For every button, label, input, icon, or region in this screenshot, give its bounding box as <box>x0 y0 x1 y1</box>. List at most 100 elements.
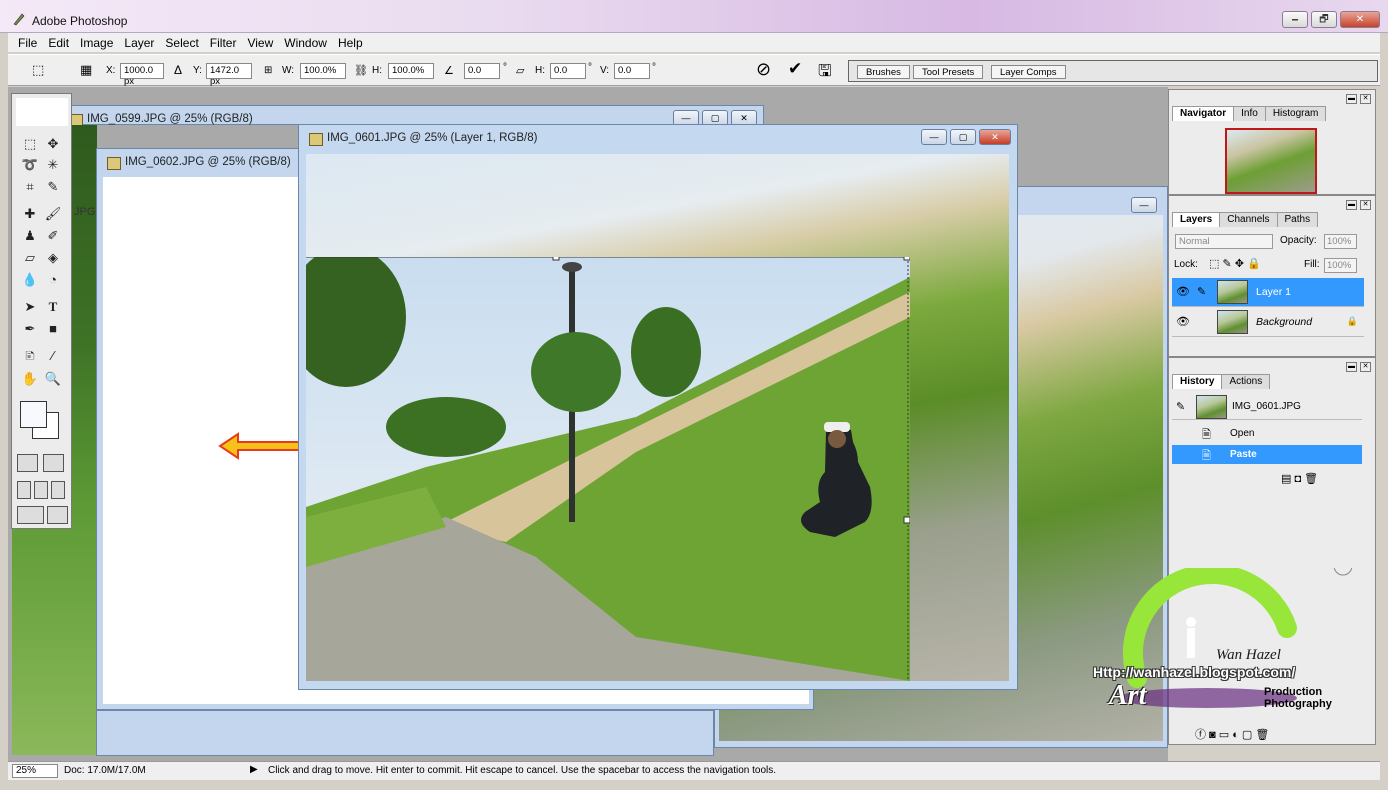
restore-button[interactable]: 🗗 <box>1311 11 1337 28</box>
layer-row-layer1[interactable]: 👁 ✎ Layer 1 <box>1172 278 1364 307</box>
reference-point-icon[interactable]: ▦ <box>80 62 92 78</box>
screen-mode-2-icon[interactable] <box>34 481 48 499</box>
history-item-paste[interactable]: 🗎 Paste <box>1172 445 1362 464</box>
tab-history[interactable]: History <box>1172 374 1223 389</box>
brush-tool-icon[interactable]: 🖌 <box>43 205 63 223</box>
foreground-color-swatch[interactable] <box>20 401 47 428</box>
history-footer-icons[interactable]: ▤ ◘ 🗑 <box>1281 472 1318 485</box>
opacity-field[interactable]: 100% <box>1324 234 1357 249</box>
screen-mode-1-icon[interactable] <box>17 481 31 499</box>
eraser-tool-icon[interactable]: ▱ <box>20 249 40 267</box>
doc-minimize-button[interactable]: — <box>1131 197 1157 213</box>
history-brush-icon[interactable]: ✐ <box>43 227 63 245</box>
magic-wand-icon[interactable]: ✳ <box>43 156 63 174</box>
visibility-eye-icon[interactable]: 👁 <box>1176 315 1192 329</box>
degree-symbol: ° <box>503 62 507 73</box>
visibility-eye-icon[interactable]: 👁 <box>1176 285 1192 299</box>
lock-icons[interactable]: ⬚ ✎ ✥ 🔒 <box>1209 257 1261 270</box>
transform-tool-icon[interactable]: ⬚ <box>32 62 44 78</box>
doc-minimize-button[interactable]: — <box>921 129 947 145</box>
menu-help[interactable]: Help <box>338 36 370 50</box>
pen-tool-icon[interactable]: ✒ <box>20 320 40 338</box>
layer-row-background[interactable]: 👁 Background 🔒 <box>1172 308 1364 337</box>
history-item-open[interactable]: 🗎 Open <box>1172 424 1362 443</box>
menu-window[interactable]: Window <box>284 36 334 50</box>
w-field[interactable]: 100.0% <box>300 63 346 79</box>
navigator-thumbnail[interactable] <box>1225 128 1317 194</box>
panel-close-icon[interactable]: ✕ <box>1360 94 1371 104</box>
path-selection-icon[interactable]: ➤ <box>20 298 40 316</box>
panel-minimize-icon[interactable]: ▬ <box>1346 362 1357 372</box>
zoom-field[interactable]: 25% <box>12 764 58 778</box>
photoshop-feather-icon[interactable] <box>16 98 68 126</box>
blend-mode-select[interactable]: Normal <box>1175 234 1273 249</box>
notes-tool-icon[interactable]: 🗈 <box>20 347 40 365</box>
shape-tool-icon[interactable]: ■ <box>43 320 63 338</box>
crop-tool-icon[interactable]: ⌗ <box>20 178 40 196</box>
tab-layers[interactable]: Layers <box>1172 212 1221 227</box>
panel-minimize-icon[interactable]: ▬ <box>1346 200 1357 210</box>
x-field[interactable]: 1000.0 px <box>120 63 164 87</box>
healing-brush-icon[interactable]: ✚ <box>20 205 40 223</box>
status-menu-arrow-icon[interactable]: ▶ <box>250 764 258 775</box>
commit-transform-icon[interactable]: ✔ <box>788 59 802 79</box>
doc-close-button[interactable]: ✕ <box>979 129 1011 145</box>
slice-tool-icon[interactable]: ✎ <box>43 178 63 196</box>
paint-bucket-icon[interactable]: ◈ <box>43 249 63 267</box>
lasso-tool-icon[interactable]: ➰ <box>20 156 40 174</box>
panel-minimize-icon[interactable]: ▬ <box>1346 94 1357 104</box>
minimize-button[interactable]: 🗕 <box>1282 11 1308 28</box>
blur-tool-icon[interactable]: 💧 <box>20 271 40 289</box>
menu-image[interactable]: Image <box>80 36 120 50</box>
tab-tool-presets[interactable]: Tool Presets <box>913 65 984 79</box>
menu-view[interactable]: View <box>247 36 280 50</box>
history-snapshot[interactable]: ✎ IMG_0601.JPG <box>1172 394 1362 420</box>
edit-in-imageready-icon[interactable] <box>47 506 68 524</box>
fill-field[interactable]: 100% <box>1324 258 1357 273</box>
move-tool-icon[interactable]: ✥ <box>43 135 63 153</box>
history-brush-source-icon[interactable]: ✎ <box>1176 400 1192 414</box>
panel-close-icon[interactable]: ✕ <box>1360 200 1371 210</box>
status-bar: 25% Doc: 17.0M/17.0M ▶ Click and drag to… <box>8 761 1380 780</box>
dodge-tool-icon[interactable]: ◔ <box>43 271 63 289</box>
link-icon[interactable]: ⛓ <box>354 64 368 77</box>
screen-mode-3-icon[interactable] <box>51 481 65 499</box>
tab-paths[interactable]: Paths <box>1276 212 1319 227</box>
jump-to-imageready-icon[interactable] <box>17 506 44 524</box>
hand-tool-icon[interactable]: ✋ <box>20 370 40 388</box>
eyedropper-icon[interactable]: ⁄ <box>43 347 63 365</box>
standard-mode-icon[interactable] <box>17 454 38 472</box>
menu-filter[interactable]: Filter <box>210 36 244 50</box>
doc-window-img0601[interactable]: IMG_0601.JPG @ 25% (Layer 1, RGB/8) — ▢ … <box>298 124 1018 690</box>
h-field[interactable]: 100.0% <box>388 63 434 79</box>
vskew-field[interactable]: 0.0 <box>614 63 650 79</box>
menu-file[interactable]: File <box>18 36 44 50</box>
menu-edit[interactable]: Edit <box>48 36 76 50</box>
quickmask-mode-icon[interactable] <box>43 454 64 472</box>
marquee-tool-icon[interactable]: ⬚ <box>20 135 40 153</box>
layers-footer-icons[interactable]: ⓕ ◙ ▭ ◐ ▢ 🗑 <box>1195 726 1269 742</box>
panel-close-icon[interactable]: ✕ <box>1360 362 1371 372</box>
close-button[interactable]: ✕ <box>1340 11 1380 28</box>
tab-info[interactable]: Info <box>1233 106 1266 121</box>
clone-stamp-icon[interactable]: ♟ <box>20 227 40 245</box>
menu-select[interactable]: Select <box>165 36 205 50</box>
brush-link-icon[interactable]: ✎ <box>1197 285 1213 299</box>
type-tool-icon[interactable]: T <box>43 298 63 316</box>
palette-well-icon[interactable]: 🖫 <box>818 60 832 87</box>
tab-navigator[interactable]: Navigator <box>1172 106 1235 121</box>
tab-histogram[interactable]: Histogram <box>1264 106 1327 121</box>
tab-channels[interactable]: Channels <box>1219 212 1278 227</box>
tab-layer-comps[interactable]: Layer Comps <box>991 65 1066 79</box>
zoom-tool-icon[interactable]: 🔍 <box>43 370 63 388</box>
doc-window-img0599[interactable]: IMG_0599.JPG @ 25% (RGB/8) — ▢ ✕ <box>58 105 764 127</box>
y-field[interactable]: 1472.0 px <box>206 63 252 87</box>
tab-actions[interactable]: Actions <box>1221 374 1271 389</box>
menu-layer[interactable]: Layer <box>124 36 161 50</box>
doc-maximize-button[interactable]: ▢ <box>950 129 976 145</box>
hskew-field[interactable]: 0.0 <box>550 63 586 79</box>
delta-icon[interactable]: Δ <box>174 63 182 77</box>
angle-field[interactable]: 0.0 <box>464 63 500 79</box>
cancel-transform-icon[interactable]: ⊘ <box>756 59 771 80</box>
tab-brushes[interactable]: Brushes <box>857 65 910 79</box>
